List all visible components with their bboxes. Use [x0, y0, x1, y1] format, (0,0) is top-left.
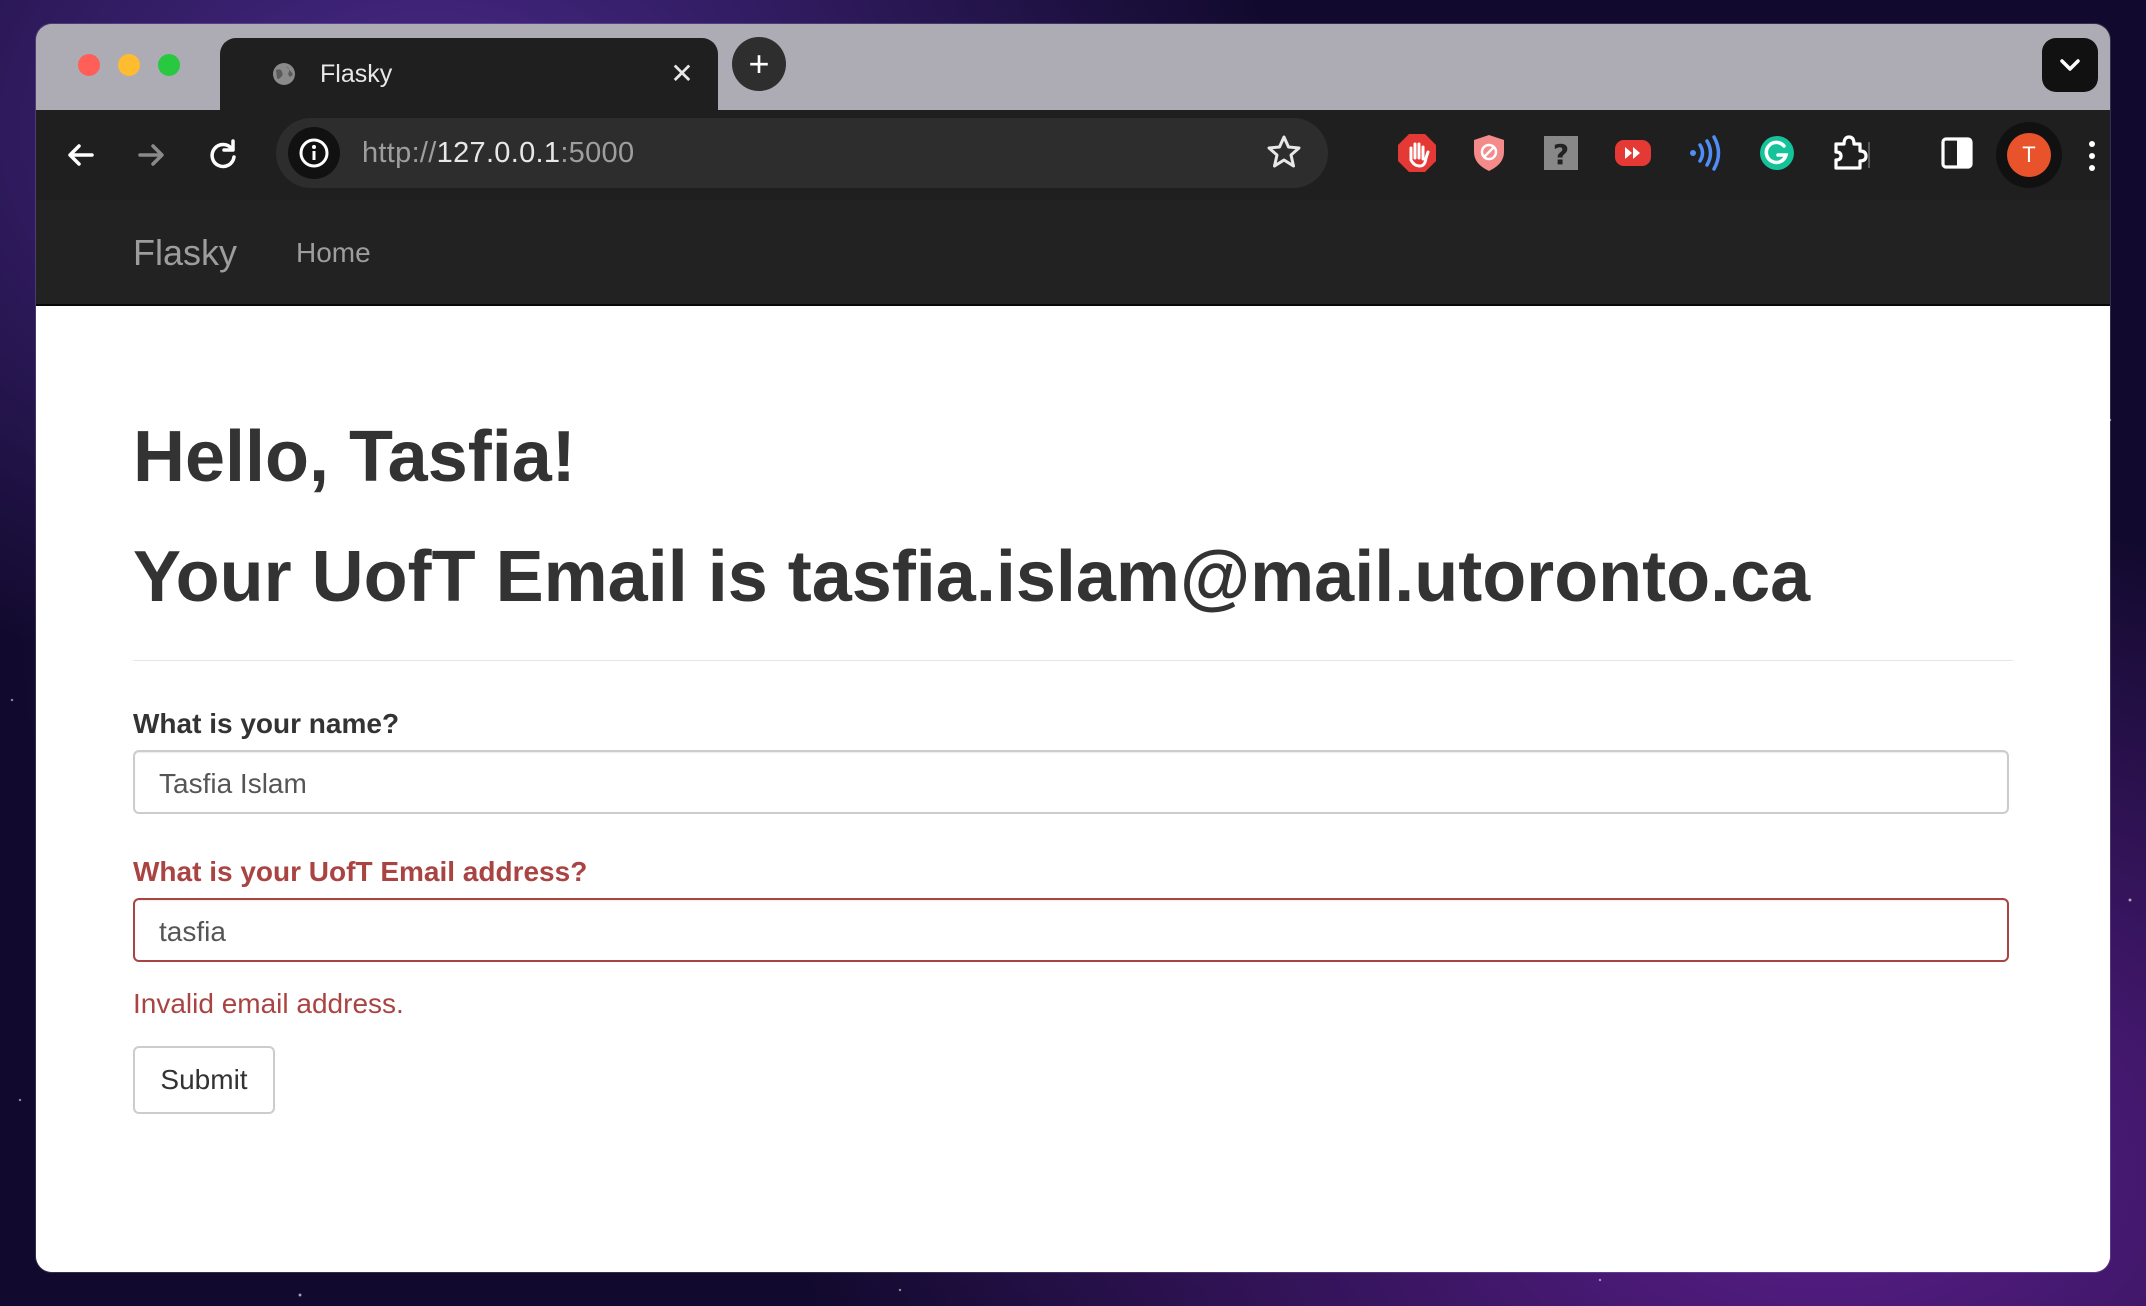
reload-icon — [210, 139, 236, 169]
greeting-heading: Hello, Tasfia! — [133, 417, 576, 497]
browser-toolbar: http://127.0.0.1:5000 ? T — [36, 110, 2110, 200]
new-tab-button[interactable]: + — [732, 37, 786, 91]
url-text[interactable]: http://127.0.0.1:5000 — [362, 137, 634, 170]
submit-button[interactable]: Submit — [133, 1046, 275, 1114]
site-info-button[interactable] — [288, 127, 340, 179]
reload-button[interactable] — [200, 132, 246, 178]
toolbar-divider — [1868, 142, 1870, 168]
forward-arrow-icon — [138, 144, 164, 166]
email-field-label: What is your UofT Email address? — [133, 856, 588, 887]
navbar-brand-link[interactable]: Flasky — [133, 232, 237, 274]
back-button[interactable] — [58, 132, 104, 178]
more-menu-icon[interactable] — [2082, 136, 2102, 176]
read-aloud-icon[interactable] — [1682, 130, 1728, 176]
tab-search-button[interactable] — [2042, 38, 2098, 92]
browser-window: Flasky ✕ + http://127.0.0.1:5000 ? T Fla… — [36, 24, 2110, 1272]
back-arrow-icon — [68, 144, 94, 166]
url-scheme: http:// — [362, 137, 437, 169]
email-heading: Your UofT Email is tasfia.islam@mail.uto… — [133, 537, 1811, 617]
puzzle-extensions-icon[interactable] — [1826, 130, 1872, 176]
email-error-message: Invalid email address. — [133, 988, 404, 1019]
tab-title: Flasky — [320, 60, 393, 88]
close-tab-icon[interactable]: ✕ — [664, 56, 700, 92]
site-navbar: Flasky Home — [36, 200, 2110, 306]
info-icon — [299, 138, 329, 168]
url-port: :5000 — [560, 137, 635, 169]
nav-home-link[interactable]: Home — [296, 237, 371, 269]
video-speed-icon[interactable] — [1610, 130, 1656, 176]
address-bar[interactable]: http://127.0.0.1:5000 — [276, 118, 1328, 188]
profile-avatar[interactable]: T — [1996, 122, 2062, 188]
chevron-down-icon — [2060, 59, 2080, 71]
close-window-button[interactable] — [78, 54, 100, 76]
minimize-window-button[interactable] — [118, 54, 140, 76]
header-divider — [133, 660, 2013, 661]
svg-text:?: ? — [1553, 138, 1569, 171]
page-viewport: Flasky Home Hello, Tasfia! Your UofT Ema… — [36, 200, 2110, 1272]
side-panel-icon[interactable] — [1934, 130, 1980, 176]
maximize-window-button[interactable] — [158, 54, 180, 76]
email-input[interactable]: tasfia — [133, 898, 2009, 962]
name-field-label: What is your name? — [133, 708, 400, 739]
adblock-hand-icon[interactable] — [1394, 130, 1440, 176]
forward-button[interactable] — [128, 132, 174, 178]
globe-icon — [273, 63, 295, 85]
avatar-initial: T — [2007, 133, 2051, 177]
grammarly-icon[interactable] — [1754, 130, 1800, 176]
tab-flasky[interactable]: Flasky ✕ — [220, 38, 718, 110]
bookmark-star-icon[interactable] — [1264, 132, 1304, 172]
url-host: 127.0.0.1 — [436, 137, 561, 169]
privacy-shield-icon[interactable] — [1466, 130, 1512, 176]
help-question-icon[interactable]: ? — [1538, 130, 1584, 176]
name-input[interactable]: Tasfia Islam — [133, 750, 2009, 814]
